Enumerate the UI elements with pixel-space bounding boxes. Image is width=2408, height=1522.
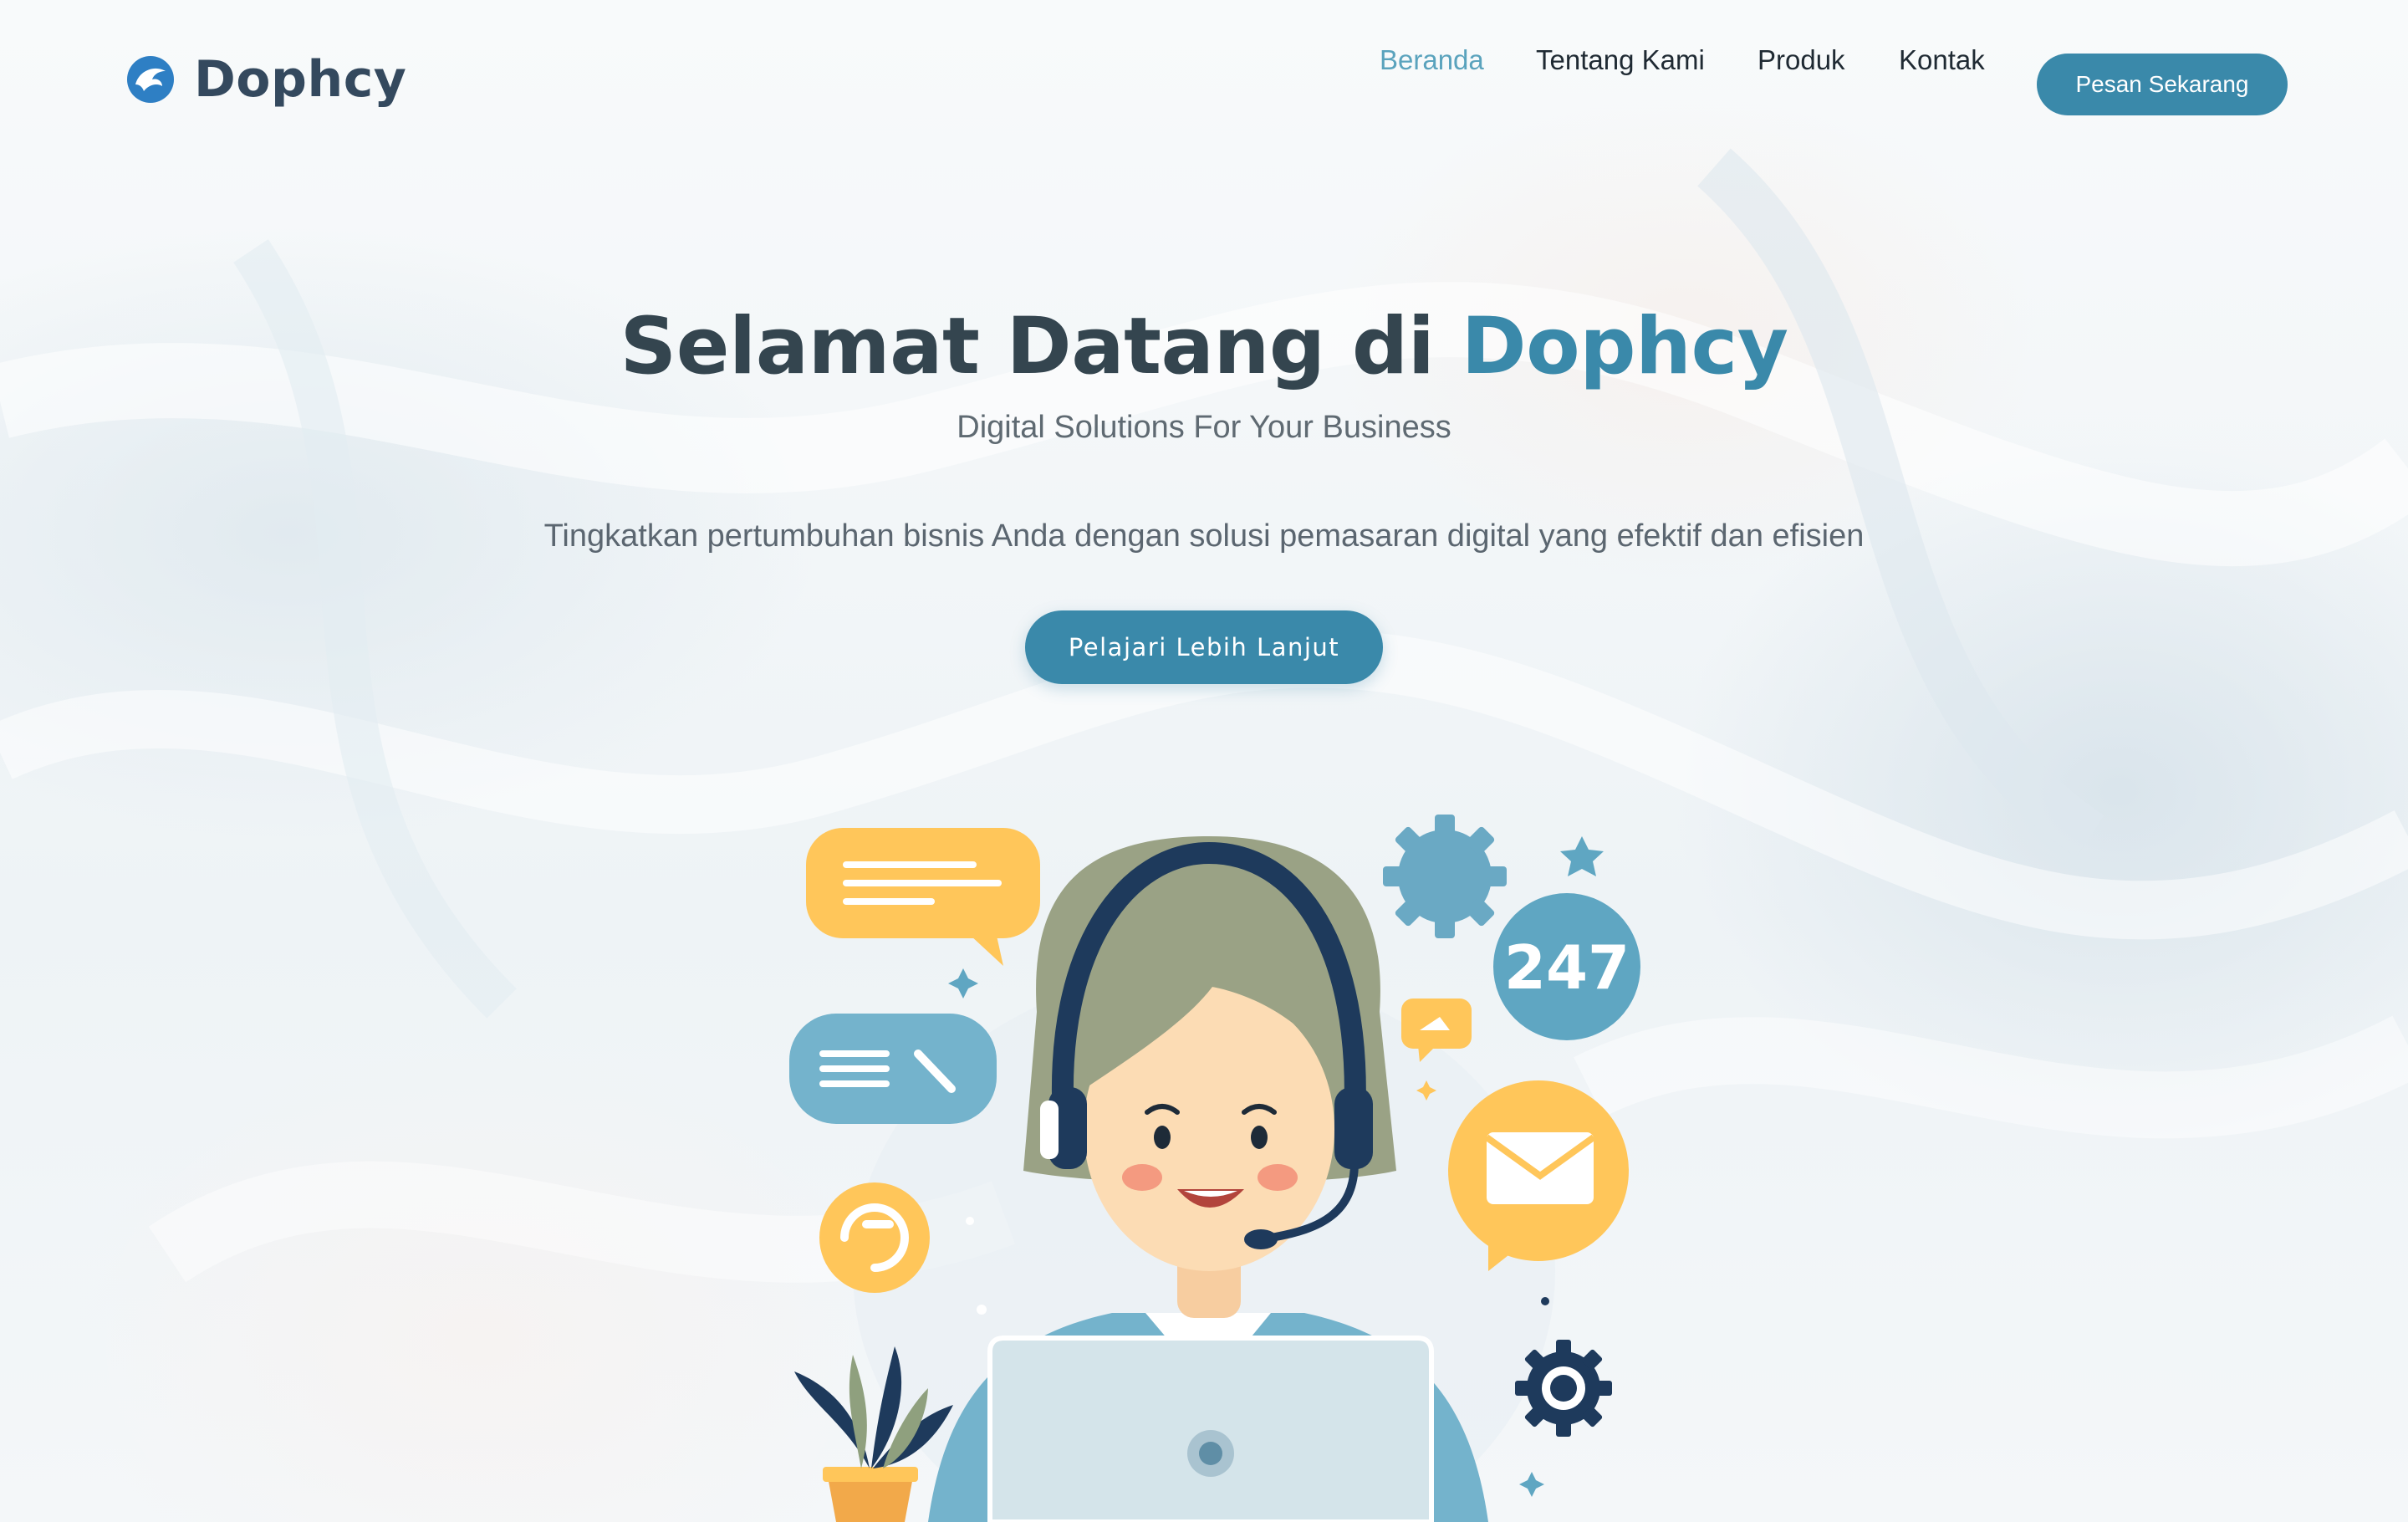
hero-title: Selamat Datang di Dophcy [0,301,2408,392]
site-header: Dophcy Beranda Tentang Kami Produk Konta… [0,0,2408,167]
refresh-circle-icon [819,1182,930,1293]
chat-bubble-icon [806,828,1040,966]
star-icon [1560,836,1604,876]
customer-support-illustration: 247 [789,815,1640,1522]
nav-item-beranda[interactable]: Beranda [1380,44,1484,76]
badge-247-text: 247 [1504,932,1630,1003]
gear-icon [1383,815,1507,938]
settings-gear-icon [1515,1340,1612,1437]
hero-lead-text: Tingkatkan pertumbuhan bisnis Anda denga… [543,518,1865,554]
brand-name: Dophcy [194,50,407,109]
nav-item-tentang-kami[interactable]: Tentang Kami [1536,44,1705,76]
message-bubble-icon [789,1014,997,1124]
hero-title-prefix: Selamat Datang di [620,301,1462,392]
learn-more-button[interactable]: Pelajari Lebih Lanjut [1025,610,1383,684]
nav-item-kontak[interactable]: Kontak [1899,44,1985,76]
brand-logo[interactable]: Dophcy [124,50,406,109]
hero-title-brand: Dophcy [1461,301,1788,392]
nav-item-produk[interactable]: Produk [1758,44,1845,76]
dolphin-logo-icon [127,56,174,103]
support-247-badge: 247 [1493,893,1640,1040]
hero-subtitle: Digital Solutions For Your Business [957,410,1451,445]
order-now-button[interactable]: Pesan Sekarang [2037,54,2288,115]
